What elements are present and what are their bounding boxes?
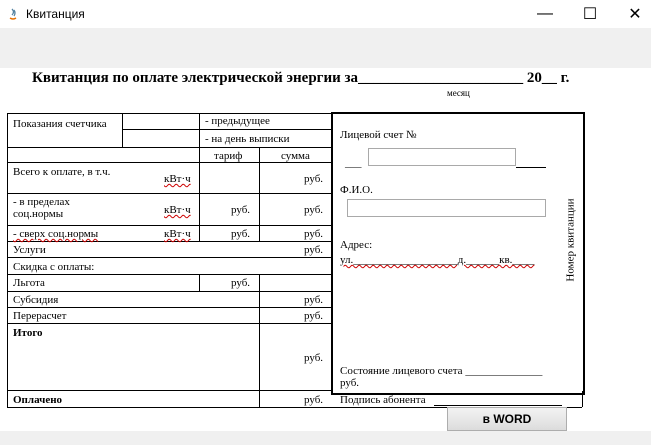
heading-text: Квитанция по оплате электрической энерги…	[32, 70, 359, 86]
heading-month-blank: ______________________	[358, 70, 524, 86]
java-app-icon	[9, 8, 17, 20]
receipt-number-label: Номер квитанции	[565, 198, 577, 282]
unit-kwh-3: кВт·ч	[164, 228, 191, 240]
unit-rub-7: руб.	[304, 310, 324, 322]
unit-rub-2a: руб.	[231, 204, 251, 216]
account-state-label: Состояние лицевого счета ______________	[340, 365, 543, 377]
meter-previous: - предыдущее	[205, 115, 270, 127]
row-subsidy: Субсидия	[13, 294, 59, 306]
unit-rub-4: руб.	[304, 244, 324, 256]
row-benefit: Льгота	[13, 277, 45, 289]
unit-rub-9: руб.	[304, 394, 324, 406]
unit-rub-3b: руб.	[304, 228, 324, 240]
unit-rub-5: руб.	[231, 277, 251, 289]
unit-kwh-1: кВт·ч	[164, 173, 191, 185]
row-paid: Оплачено	[13, 394, 63, 406]
toolbar-area	[0, 28, 651, 68]
unit-rub-1: руб.	[304, 173, 324, 185]
close-button[interactable]: ✕	[612, 0, 651, 28]
fio-input[interactable]	[347, 199, 546, 217]
col-sum: сумма	[281, 150, 310, 162]
signature-label: Подпись абонента	[340, 394, 426, 406]
row-services: Услуги	[13, 244, 46, 256]
row-discount: Скидка с оплаты:	[13, 261, 95, 273]
row-over-norm: - сверх соц.нормы	[13, 228, 99, 240]
row-recalc: Перерасчет	[13, 310, 67, 322]
unit-rub-3a: руб.	[231, 228, 251, 240]
bottom-bar	[0, 431, 651, 445]
account-state-unit: руб.	[340, 377, 360, 389]
unit-rub-2b: руб.	[304, 204, 324, 216]
account-label: Лицевой счет №	[340, 129, 417, 141]
meter-label: Показания счетчика	[13, 118, 107, 130]
address-line: ул.___________________д.______кв.____	[340, 254, 535, 266]
unit-rub-8: руб.	[304, 352, 324, 364]
row-total: Итого	[13, 327, 43, 339]
heading-year: 20__ г.	[526, 70, 570, 86]
account-prefix: ___	[345, 157, 362, 169]
fio-label: Ф.И.О.	[340, 184, 373, 196]
row-within-norm: - в пределах соц.нормы	[13, 196, 70, 220]
unit-rub-6: руб.	[304, 294, 324, 306]
month-hint: месяц	[447, 88, 470, 98]
meter-current: - на день выписки	[205, 133, 290, 145]
col-tariff: тариф	[214, 150, 243, 162]
export-word-button[interactable]: в WORD	[447, 407, 567, 431]
row-total-pay: Всего к оплате, в т.ч.	[13, 166, 111, 178]
maximize-button[interactable]: ☐	[567, 0, 613, 28]
unit-kwh-2: кВт·ч	[164, 204, 191, 216]
receipt-heading: Квитанция по оплате электрической энерги…	[32, 70, 569, 87]
address-label: Адрес:	[340, 239, 373, 251]
account-number-input[interactable]	[368, 148, 516, 166]
window-title: Квитанция	[26, 7, 85, 21]
minimize-button[interactable]: —	[522, 0, 568, 28]
